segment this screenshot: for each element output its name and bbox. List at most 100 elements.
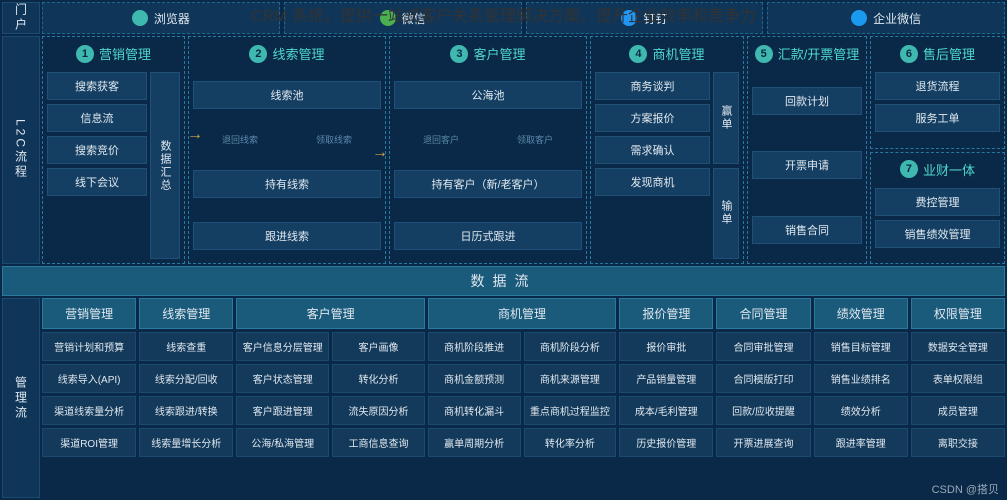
mgmt-col-customers: 客户管理 客户信息分层管理 客户画像 客户状态管理 转化分析 客户跟进管理 流失… [236, 298, 424, 498]
cell[interactable]: 跟进线索 [193, 222, 381, 250]
cell[interactable]: 开票申请 [752, 151, 862, 179]
mgmt-cell[interactable]: 赢单周期分析 [428, 428, 521, 457]
cell[interactable]: 方案报价 [595, 104, 710, 132]
mgmt-cell[interactable]: 线索量增长分析 [139, 428, 233, 457]
mgmt-cell[interactable]: 开票进展查询 [716, 428, 810, 457]
mgmt-cell[interactable]: 线索查重 [139, 332, 233, 361]
mgmt-cell[interactable]: 商机金额预测 [428, 364, 521, 393]
dataflow-bar: 数据流 [2, 266, 1005, 296]
mgmt-area: 营销管理 营销计划和预算 线索导入(API) 渠道线索量分析 渠道ROI管理 线… [42, 298, 1005, 498]
l2c-col-leads: 2 线索管理 线索池 退回线索 领取线索 持有线索 跟进线索 [188, 36, 386, 264]
cell[interactable]: 发现商机 [595, 168, 710, 196]
col-title: 3 客户管理 [394, 41, 582, 68]
num-badge: 3 [450, 45, 468, 63]
cell[interactable]: 服务工单 [875, 104, 1000, 132]
mgmt-cell[interactable]: 跟进率管理 [814, 428, 908, 457]
mgmt-cell[interactable]: 客户画像 [332, 332, 425, 361]
l2c-col-opportunity: 4 商机管理 商务谈判 方案报价 需求确认 发现商机 赢单 输单 [590, 36, 744, 264]
col-title: 4 商机管理 [595, 41, 739, 68]
num-badge: 1 [76, 45, 94, 63]
mgmt-cell[interactable]: 重点商机过程监控 [524, 396, 617, 425]
mgmt-cell[interactable]: 绩效分析 [814, 396, 908, 425]
mgmt-header: 合同管理 [716, 298, 810, 329]
mgmt-cell[interactable]: 客户信息分层管理 [236, 332, 329, 361]
col-title: 5 汇款/开票管理 [752, 41, 862, 68]
mgmt-cell[interactable]: 销售业绩排名 [814, 364, 908, 393]
cell[interactable]: 信息流 [47, 104, 147, 132]
mgmt-header: 商机管理 [428, 298, 616, 329]
mgmt-cell[interactable]: 渠道线索量分析 [42, 396, 136, 425]
mgmt-cell[interactable]: 成员管理 [911, 396, 1005, 425]
hint-row: 退回客户 领取客户 [394, 133, 582, 146]
mgmt-cell[interactable]: 历史报价管理 [619, 428, 713, 457]
mgmt-cell[interactable]: 线索导入(API) [42, 364, 136, 393]
l2c-col-customers: 3 客户管理 公海池 退回客户 领取客户 持有客户（新/老客户） 日历式跟进 [389, 36, 587, 264]
mgmt-cell[interactable]: 流失原因分析 [332, 396, 425, 425]
mgmt-cell[interactable]: 合同模版打印 [716, 364, 810, 393]
cell[interactable]: 日历式跟进 [394, 222, 582, 250]
cell[interactable]: 公海池 [394, 81, 582, 109]
mgmt-cell[interactable]: 商机阶段推进 [428, 332, 521, 361]
mgmt-header: 报价管理 [619, 298, 713, 329]
mgmt-col-permission: 权限管理 数据安全管理 表单权限组 成员管理 离职交接 [911, 298, 1005, 498]
cell[interactable]: 持有线索 [193, 170, 381, 198]
mgmt-header: 客户管理 [236, 298, 424, 329]
l2c-col-67: 6 售后管理 退货流程 服务工单 7 业财一体 费控管理 销售绩效管理 [870, 36, 1005, 264]
mgmt-cell[interactable]: 客户跟进管理 [236, 396, 329, 425]
side-label-mgmt: 管理流 [2, 298, 40, 498]
cell[interactable]: 线索池 [193, 81, 381, 109]
hint: 领取客户 [517, 133, 553, 146]
cell-data-summary[interactable]: 数据汇总 [150, 72, 180, 259]
cell[interactable]: 搜索竞价 [47, 136, 147, 164]
mgmt-cell[interactable]: 数据安全管理 [911, 332, 1005, 361]
col-title: 7 业财一体 [875, 157, 1000, 184]
cell[interactable]: 退货流程 [875, 72, 1000, 100]
num-badge: 6 [900, 45, 918, 63]
mgmt-cell[interactable]: 线索分配/回收 [139, 364, 233, 393]
cell[interactable]: 销售绩效管理 [875, 220, 1000, 248]
mgmt-cell[interactable]: 回款/应收提醒 [716, 396, 810, 425]
mgmt-cell[interactable]: 工商信息查询 [332, 428, 425, 457]
cell[interactable]: 费控管理 [875, 188, 1000, 216]
mgmt-cell[interactable]: 销售目标管理 [814, 332, 908, 361]
mgmt-cell[interactable]: 产品销量管理 [619, 364, 713, 393]
l2c-col-payment: 5 汇款/开票管理 回款计划 开票申请 销售合同 [747, 36, 867, 264]
l2c-col-finance: 7 业财一体 费控管理 销售绩效管理 [870, 152, 1005, 265]
side-label-l2c: L2C流程 [2, 36, 40, 264]
mgmt-cell[interactable]: 商机转化漏斗 [428, 396, 521, 425]
mgmt-cell[interactable]: 表单权限组 [911, 364, 1005, 393]
mgmt-cell[interactable]: 商机来源管理 [524, 364, 617, 393]
mgmt-cell[interactable]: 合同审批管理 [716, 332, 810, 361]
mgmt-header: 权限管理 [911, 298, 1005, 329]
num-badge: 7 [900, 160, 918, 178]
page-header: CRM 系统，提供一站式客户关系管理解决方案，提升企业效率和竞争力 [0, 2, 1007, 26]
mgmt-cell[interactable]: 渠道ROI管理 [42, 428, 136, 457]
cell[interactable]: 搜索获客 [47, 72, 147, 100]
num-badge: 4 [629, 45, 647, 63]
mgmt-header: 绩效管理 [814, 298, 908, 329]
mgmt-cell[interactable]: 转化率分析 [524, 428, 617, 457]
col-title-text: 客户管理 [473, 44, 525, 63]
mgmt-cell[interactable]: 转化分析 [332, 364, 425, 393]
cell[interactable]: 回款计划 [752, 87, 862, 115]
cell-lose[interactable]: 输单 [713, 168, 739, 260]
cell[interactable]: 需求确认 [595, 136, 710, 164]
mgmt-cell[interactable]: 营销计划和预算 [42, 332, 136, 361]
cell-win[interactable]: 赢单 [713, 72, 739, 164]
mgmt-cell[interactable]: 公海/私海管理 [236, 428, 329, 457]
mgmt-cell[interactable]: 离职交接 [911, 428, 1005, 457]
col-title: 1 营销管理 [47, 41, 180, 68]
mgmt-cell[interactable]: 成本/毛利管理 [619, 396, 713, 425]
mgmt-cell[interactable]: 报价审批 [619, 332, 713, 361]
mgmt-col-marketing: 营销管理 营销计划和预算 线索导入(API) 渠道线索量分析 渠道ROI管理 [42, 298, 136, 498]
mgmt-cell[interactable]: 商机阶段分析 [524, 332, 617, 361]
col-title-text: 售后管理 [923, 44, 975, 63]
col-title: 2 线索管理 [193, 41, 381, 68]
cell[interactable]: 持有客户（新/老客户） [394, 170, 582, 198]
mgmt-cell[interactable]: 客户状态管理 [236, 364, 329, 393]
cell[interactable]: 线下会议 [47, 168, 147, 196]
mgmt-cell[interactable]: 线索跟进/转换 [139, 396, 233, 425]
cell[interactable]: 销售合同 [752, 216, 862, 244]
cell[interactable]: 商务谈判 [595, 72, 710, 100]
col-title-text: 业财一体 [923, 160, 975, 179]
